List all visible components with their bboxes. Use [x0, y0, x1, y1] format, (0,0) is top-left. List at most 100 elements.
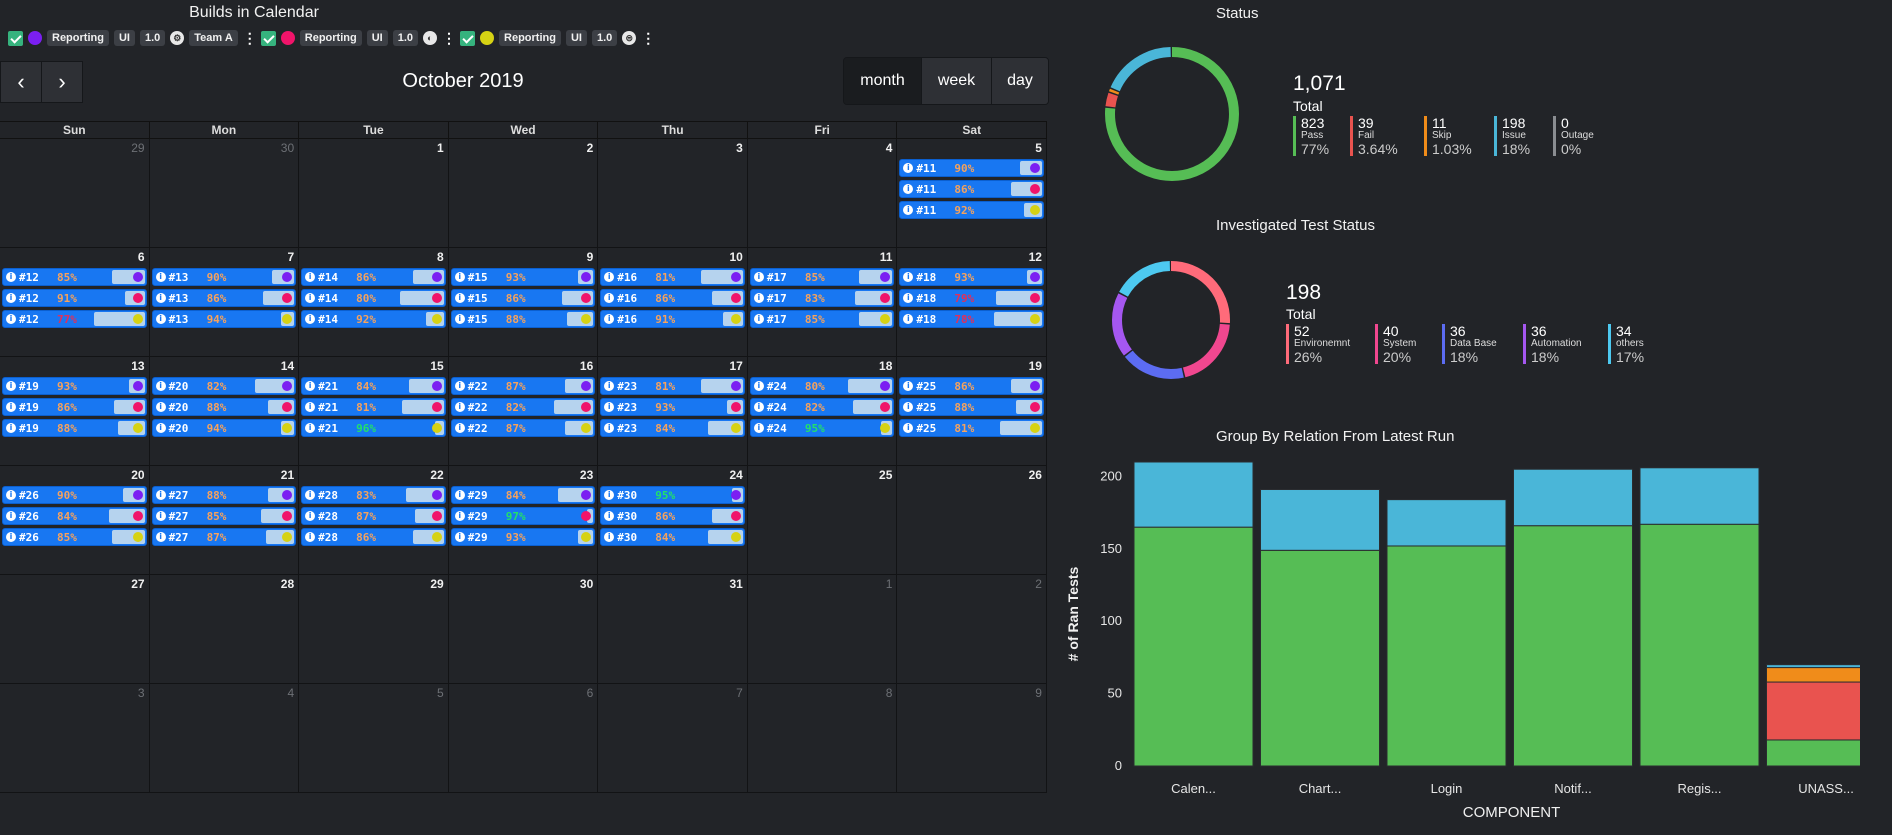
build-event[interactable]: i #25 86%	[899, 377, 1044, 395]
build-event[interactable]: i #17 85%	[749, 268, 895, 286]
build-event[interactable]: i #22 82%	[450, 398, 596, 416]
build-event[interactable]: i #12 85%	[2, 268, 147, 286]
calendar-day-cell[interactable]: 16 i #22 87% i #22 82% i #22 87%	[448, 357, 599, 466]
filter-checkbox[interactable]	[460, 30, 476, 46]
next-month-button[interactable]: ›	[41, 61, 83, 103]
calendar-day-cell[interactable]: 4	[747, 139, 898, 248]
calendar-day-cell[interactable]: 27	[0, 575, 150, 684]
build-event[interactable]: i #23 93%	[600, 398, 745, 416]
calendar-day-cell[interactable]: 18 i #24 80% i #24 82% i #24 95%	[747, 357, 898, 466]
calendar-day-cell[interactable]: 22 i #28 83% i #28 87% i #28 86%	[299, 466, 449, 575]
build-event[interactable]: i #15 88%	[450, 310, 596, 328]
calendar-day-cell[interactable]: 9	[897, 684, 1047, 793]
kebab-menu-icon[interactable]: ⋮	[641, 31, 655, 45]
calendar-day-cell[interactable]: 23 i #29 84% i #29 97% i #29 93%	[448, 466, 599, 575]
build-event[interactable]: i #21 96%	[301, 419, 446, 437]
build-event[interactable]: i #25 88%	[899, 398, 1044, 416]
calendar-day-cell[interactable]: 29	[299, 575, 449, 684]
build-event[interactable]: i #14 86%	[301, 268, 446, 286]
calendar-day-cell[interactable]: 15 i #21 84% i #21 81% i #21 96%	[299, 357, 449, 466]
build-event[interactable]: i #15 86%	[450, 289, 596, 307]
calendar-day-cell[interactable]: 6 i #12 85% i #12 91% i #12 77%	[0, 248, 150, 357]
prev-month-button[interactable]: ‹	[0, 61, 42, 103]
build-event[interactable]: i #13 86%	[151, 289, 297, 307]
calendar-day-cell[interactable]: 6	[448, 684, 599, 793]
kebab-menu-icon[interactable]: ⋮	[243, 31, 257, 45]
kebab-menu-icon[interactable]: ⋮	[442, 31, 456, 45]
filter-checkbox[interactable]	[8, 30, 23, 46]
build-event[interactable]: i #23 81%	[600, 377, 745, 395]
build-event[interactable]: i #12 91%	[2, 289, 147, 307]
build-event[interactable]: i #16 81%	[600, 268, 745, 286]
build-event[interactable]: i #28 86%	[301, 528, 446, 546]
calendar-day-cell[interactable]: 10 i #16 81% i #16 86% i #16 91%	[598, 248, 748, 357]
build-event[interactable]: i #25 81%	[899, 419, 1044, 437]
calendar-day-cell[interactable]: 30	[448, 575, 599, 684]
build-event[interactable]: i #29 93%	[450, 528, 596, 546]
calendar-day-cell[interactable]: 3	[0, 684, 150, 793]
calendar-day-cell[interactable]: 30	[149, 139, 300, 248]
build-event[interactable]: i #19 86%	[2, 398, 147, 416]
calendar-day-cell[interactable]: 1	[747, 575, 898, 684]
calendar-day-cell[interactable]: 7 i #13 90% i #13 86% i #13 94%	[149, 248, 300, 357]
build-event[interactable]: i #28 83%	[301, 486, 446, 504]
filter-checkbox[interactable]	[260, 30, 276, 46]
calendar-day-cell[interactable]: 14 i #20 82% i #20 88% i #20 94%	[149, 357, 300, 466]
calendar-day-cell[interactable]: 20 i #26 90% i #26 84% i #26 85%	[0, 466, 150, 575]
build-event[interactable]: i #26 84%	[2, 507, 147, 525]
build-event[interactable]: i #23 84%	[600, 419, 745, 437]
build-event[interactable]: i #27 87%	[151, 528, 297, 546]
calendar-day-cell[interactable]: 2	[897, 575, 1047, 684]
calendar-day-cell[interactable]: 28	[149, 575, 300, 684]
calendar-day-cell[interactable]: 24 i #30 95% i #30 86% i #30 84%	[598, 466, 748, 575]
build-event[interactable]: i #16 86%	[600, 289, 745, 307]
build-event[interactable]: i #19 93%	[2, 377, 147, 395]
build-event[interactable]: i #17 83%	[749, 289, 895, 307]
build-event[interactable]: i #30 95%	[600, 486, 745, 504]
build-event[interactable]: i #18 79%	[899, 289, 1044, 307]
build-event[interactable]: i #30 86%	[600, 507, 745, 525]
build-event[interactable]: i #27 85%	[151, 507, 297, 525]
calendar-day-cell[interactable]: 3	[598, 139, 748, 248]
build-event[interactable]: i #15 93%	[450, 268, 596, 286]
calendar-day-cell[interactable]: 25	[747, 466, 898, 575]
calendar-day-cell[interactable]: 17 i #23 81% i #23 93% i #23 84%	[598, 357, 748, 466]
calendar-day-cell[interactable]: 11 i #17 85% i #17 83% i #17 85%	[747, 248, 898, 357]
build-event[interactable]: i #20 82%	[151, 377, 297, 395]
build-event[interactable]: i #16 91%	[600, 310, 745, 328]
build-event[interactable]: i #26 85%	[2, 528, 147, 546]
build-event[interactable]: i #30 84%	[600, 528, 745, 546]
calendar-day-cell[interactable]: 13 i #19 93% i #19 86% i #19 88%	[0, 357, 150, 466]
build-event[interactable]: i #24 95%	[749, 419, 895, 437]
view-week-button[interactable]: week	[922, 58, 992, 104]
view-month-button[interactable]: month	[844, 58, 922, 104]
build-event[interactable]: i #29 97%	[450, 507, 596, 525]
build-event[interactable]: i #18 93%	[899, 268, 1044, 286]
build-event[interactable]: i #11 92%	[899, 201, 1044, 219]
build-event[interactable]: i #24 80%	[749, 377, 895, 395]
calendar-day-cell[interactable]: 19 i #25 86% i #25 88% i #25 81%	[897, 357, 1047, 466]
calendar-day-cell[interactable]: 26	[897, 466, 1047, 575]
build-event[interactable]: i #27 88%	[151, 486, 297, 504]
build-event[interactable]: i #21 81%	[301, 398, 446, 416]
build-event[interactable]: i #29 84%	[450, 486, 596, 504]
build-event[interactable]: i #22 87%	[450, 419, 596, 437]
build-event[interactable]: i #20 88%	[151, 398, 297, 416]
build-event[interactable]: i #22 87%	[450, 377, 596, 395]
calendar-day-cell[interactable]: 5	[299, 684, 449, 793]
build-event[interactable]: i #11 86%	[899, 180, 1044, 198]
build-event[interactable]: i #18 78%	[899, 310, 1044, 328]
calendar-day-cell[interactable]: 21 i #27 88% i #27 85% i #27 87%	[149, 466, 300, 575]
view-day-button[interactable]: day	[992, 58, 1048, 104]
calendar-day-cell[interactable]: 31	[598, 575, 748, 684]
build-event[interactable]: i #20 94%	[151, 419, 297, 437]
calendar-day-cell[interactable]: 8 i #14 86% i #14 80% i #14 92%	[299, 248, 449, 357]
build-event[interactable]: i #14 92%	[301, 310, 446, 328]
calendar-day-cell[interactable]: 4	[149, 684, 300, 793]
calendar-day-cell[interactable]: 12 i #18 93% i #18 79% i #18 78%	[897, 248, 1047, 357]
calendar-day-cell[interactable]: 1	[299, 139, 449, 248]
calendar-day-cell[interactable]: 2	[448, 139, 599, 248]
calendar-day-cell[interactable]: 8	[747, 684, 898, 793]
calendar-day-cell[interactable]: 7	[598, 684, 748, 793]
build-event[interactable]: i #26 90%	[2, 486, 147, 504]
